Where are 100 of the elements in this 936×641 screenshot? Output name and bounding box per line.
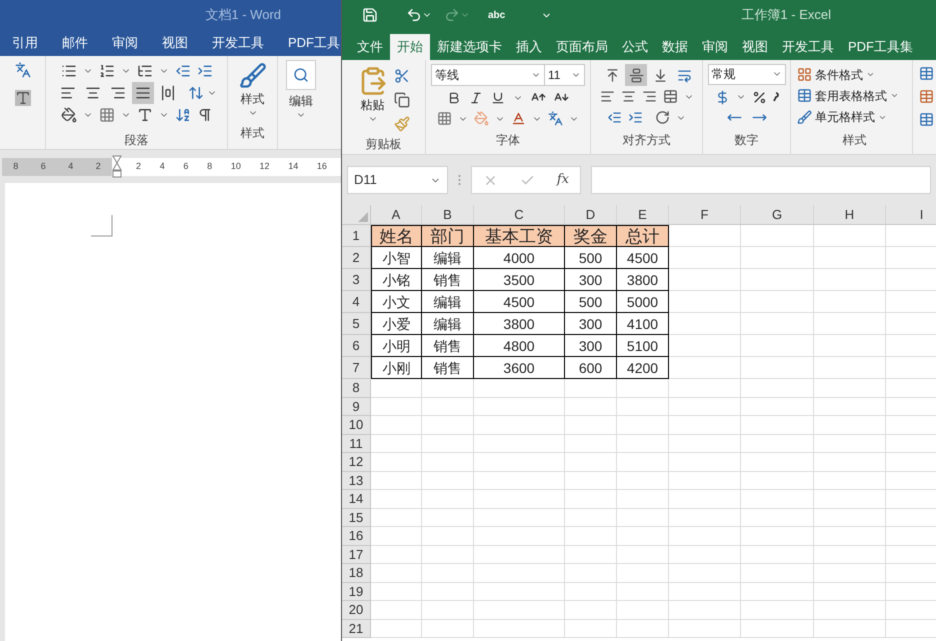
empty-cell[interactable] — [617, 582, 669, 601]
empty-cell[interactable] — [741, 416, 814, 434]
insert-cells-icon[interactable] — [919, 66, 934, 81]
ribbon-tab[interactable]: 视图 — [162, 33, 188, 53]
empty-cell[interactable] — [565, 508, 617, 527]
comma-style-icon[interactable] — [772, 92, 778, 102]
empty-cell[interactable] — [565, 620, 617, 638]
column-header[interactable]: A — [371, 205, 422, 224]
empty-cell[interactable] — [669, 379, 741, 398]
insert-function-button[interactable]: fx — [556, 170, 569, 190]
empty-cell[interactable] — [814, 546, 886, 564]
empty-cell[interactable] — [814, 490, 886, 508]
empty-cell[interactable] — [741, 620, 814, 638]
empty-cell[interactable] — [565, 434, 617, 453]
decrease-indent-icon[interactable] — [174, 62, 190, 79]
empty-cell[interactable] — [422, 546, 474, 564]
align-left-icon[interactable] — [600, 89, 614, 104]
paste-button[interactable]: 粘贴 — [358, 66, 388, 132]
align-right-icon[interactable] — [642, 89, 656, 104]
paragraph-mark-icon[interactable] — [196, 107, 212, 124]
empty-cell[interactable] — [422, 564, 474, 582]
empty-cell[interactable] — [741, 434, 814, 453]
bullets-icon[interactable] — [60, 62, 76, 79]
save-icon[interactable] — [362, 7, 378, 23]
styles-menu-button[interactable]: 条件格式 — [797, 64, 912, 86]
empty-cell[interactable] — [741, 508, 814, 527]
font-size-field[interactable]: 11 — [545, 64, 585, 86]
line-spacing-icon[interactable] — [188, 84, 204, 101]
delete-cells-icon[interactable] — [919, 89, 934, 104]
empty-cell[interactable] — [814, 357, 886, 379]
empty-cell[interactable] — [814, 398, 886, 416]
empty-cell[interactable] — [617, 379, 669, 398]
empty-cell[interactable] — [617, 398, 669, 416]
empty-cell[interactable] — [617, 472, 669, 490]
empty-cell[interactable] — [617, 620, 669, 638]
empty-cell[interactable] — [565, 582, 617, 601]
empty-cell[interactable] — [669, 546, 741, 564]
ribbon-tab[interactable]: 邮件 — [62, 33, 88, 53]
styles-menu-button[interactable]: 套用表格格式 — [797, 85, 912, 107]
empty-cell[interactable] — [669, 472, 741, 490]
row-header[interactable]: 15 — [342, 508, 371, 527]
row-header[interactable]: 18 — [342, 564, 371, 582]
empty-cell[interactable] — [741, 546, 814, 564]
percent-icon[interactable] — [752, 90, 766, 105]
format-painter-icon[interactable] — [394, 116, 410, 132]
copy-icon[interactable] — [394, 92, 410, 108]
ribbon-tab[interactable]: 文件 — [350, 34, 390, 60]
empty-cell[interactable] — [617, 490, 669, 508]
empty-cell[interactable] — [565, 398, 617, 416]
column-header[interactable]: G — [741, 205, 814, 224]
name-box[interactable]: D11 — [347, 166, 448, 194]
empty-cell[interactable] — [474, 582, 565, 601]
bold-icon[interactable] — [447, 90, 461, 104]
fill-color-icon[interactable] — [474, 111, 489, 126]
empty-cell[interactable] — [814, 291, 886, 313]
row-header[interactable]: 3 — [342, 269, 371, 291]
empty-cell[interactable] — [814, 313, 886, 335]
empty-cell[interactable] — [474, 416, 565, 434]
styles-menu-button[interactable]: 单元格样式 — [797, 106, 912, 128]
empty-cell[interactable] — [669, 620, 741, 638]
row-header[interactable]: 19 — [342, 582, 371, 601]
ribbon-tab[interactable]: 数据 — [655, 34, 695, 60]
empty-cell[interactable] — [669, 527, 741, 546]
empty-cell[interactable] — [565, 527, 617, 546]
borders-icon[interactable] — [98, 107, 114, 124]
empty-cell[interactable] — [814, 472, 886, 490]
empty-cell[interactable] — [422, 620, 474, 638]
column-header[interactable]: D — [565, 205, 617, 224]
ribbon-tab[interactable]: PDF工具 — [288, 33, 340, 53]
empty-cell[interactable] — [474, 434, 565, 453]
empty-cell[interactable] — [565, 546, 617, 564]
empty-cell[interactable] — [669, 508, 741, 527]
empty-cell[interactable] — [474, 564, 565, 582]
empty-cell[interactable] — [474, 527, 565, 546]
empty-cell[interactable] — [617, 564, 669, 582]
empty-cell[interactable] — [422, 453, 474, 472]
shading-icon[interactable] — [60, 107, 76, 124]
empty-cell[interactable] — [474, 398, 565, 416]
empty-cell[interactable] — [741, 601, 814, 620]
row-header[interactable]: 20 — [342, 601, 371, 620]
empty-cell[interactable] — [741, 291, 814, 313]
empty-cell[interactable] — [474, 508, 565, 527]
character-shading-icon[interactable] — [14, 90, 30, 106]
ribbon-tab[interactable]: 视图 — [735, 34, 775, 60]
empty-cell[interactable] — [422, 490, 474, 508]
empty-cell[interactable] — [814, 620, 886, 638]
redo-icon[interactable] — [444, 7, 460, 23]
ribbon-tab[interactable]: 公式 — [615, 34, 655, 60]
empty-cell[interactable] — [422, 398, 474, 416]
empty-cell[interactable] — [814, 453, 886, 472]
ribbon-tab[interactable]: 开始 — [390, 34, 430, 60]
empty-cell[interactable] — [617, 508, 669, 527]
ribbon-tab[interactable]: 引用 — [12, 33, 38, 53]
italic-icon[interactable] — [469, 90, 483, 104]
row-header[interactable]: 21 — [342, 620, 371, 638]
row-header[interactable]: 1 — [342, 225, 371, 247]
ribbon-tab[interactable]: 插入 — [509, 34, 549, 60]
row-header[interactable]: 13 — [342, 472, 371, 490]
empty-cell[interactable] — [814, 247, 886, 269]
empty-cell[interactable] — [422, 416, 474, 434]
